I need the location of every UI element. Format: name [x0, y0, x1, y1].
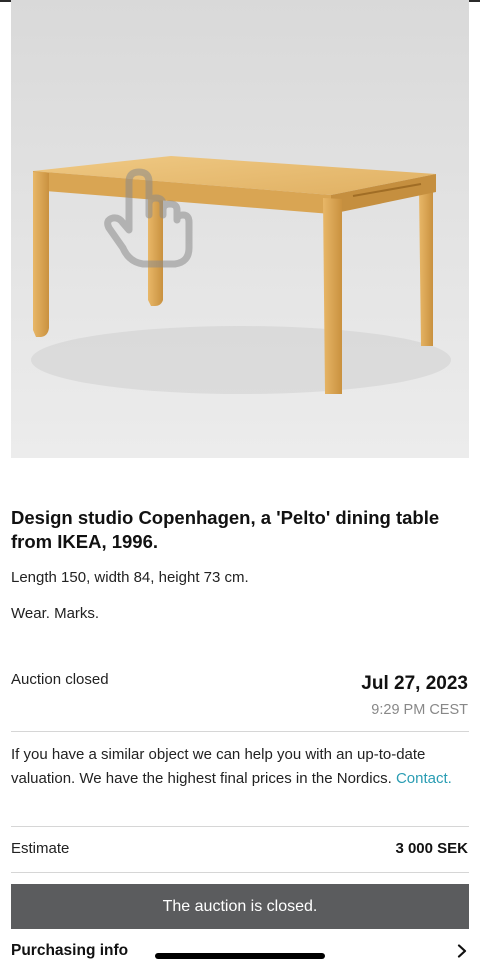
divider [11, 826, 469, 827]
divider [11, 872, 469, 873]
valuation-text: If you have a similar object we can help… [11, 743, 469, 791]
chevron-right-icon [457, 944, 467, 958]
contact-link[interactable]: Contact. [396, 770, 452, 787]
purchasing-info-row[interactable]: Purchasing info [11, 938, 469, 964]
lot-image[interactable] [11, 0, 469, 458]
auction-close-time: 9:29 PM CEST [371, 702, 468, 718]
auction-closed-text: The auction is closed. [162, 897, 318, 915]
valuation-body: If you have a similar object we can help… [11, 746, 426, 787]
lot-condition: Wear. Marks. [11, 605, 100, 622]
purchasing-info-label: Purchasing info [11, 942, 129, 959]
lot-title: Design studio Copenhagen, a 'Pelto' dini… [11, 507, 440, 552]
divider [11, 731, 469, 732]
home-indicator[interactable] [155, 953, 325, 959]
estimate-value: 3 000 SEK [395, 840, 468, 857]
auction-closed-banner: The auction is closed. [11, 884, 469, 929]
auction-status-label: Auction closed [11, 671, 109, 688]
tap-hand-icon [104, 168, 193, 268]
lot-dimensions: Length 150, width 84, height 73 cm. [11, 569, 249, 586]
estimate-label: Estimate [11, 840, 70, 857]
auction-close-date: Jul 27, 2023 [361, 673, 468, 694]
table-photo [11, 0, 469, 458]
